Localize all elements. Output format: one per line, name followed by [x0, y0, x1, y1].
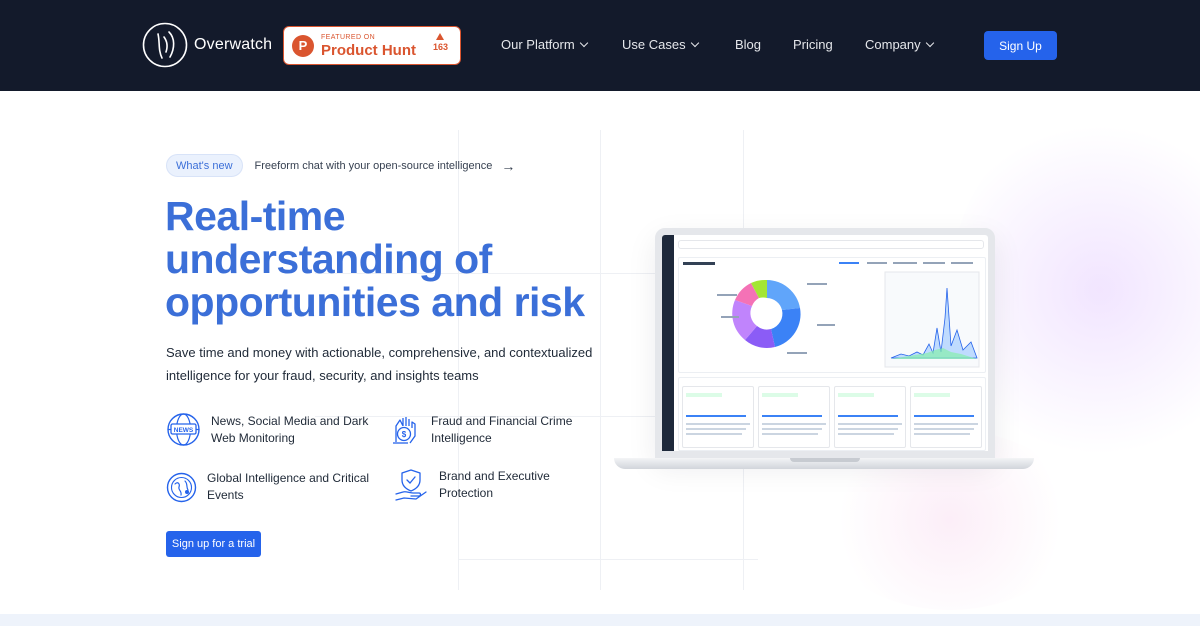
ph-name: Product Hunt [321, 41, 416, 59]
brand-name: Overwatch [194, 36, 273, 53]
shield-hand-icon [395, 469, 427, 501]
categories-chart [683, 262, 980, 368]
product-hunt-icon: P [292, 34, 314, 57]
chevron-down-icon [925, 38, 934, 48]
feature-label: News, Social Media and Dark Web Monitori… [211, 413, 369, 445]
announcement-text: Freeform chat with your open-source inte… [254, 159, 493, 172]
news-globe-icon: NEWS [167, 413, 200, 446]
feature-label: Fraud and Financial Crime Intelligence [431, 413, 573, 445]
hero-headline: Real-time understanding of opportunities… [165, 193, 585, 325]
nav-pricing-label: Pricing [793, 37, 833, 52]
app-sidebar [662, 235, 674, 451]
laptop-notch [790, 458, 860, 462]
nav-blog-label: Blog [735, 37, 762, 52]
nav-company[interactable]: Company [865, 37, 934, 52]
nav-blog[interactable]: Blog [735, 37, 761, 52]
feature-label: Brand and Executive Protection [439, 468, 550, 500]
chevron-down-icon [579, 38, 588, 48]
sign-up-trial-button[interactable]: Sign up for a trial [166, 531, 261, 557]
nav-our-platform-label: Our Platform [501, 37, 575, 52]
nav-use-cases-label: Use Cases [622, 37, 686, 52]
categories-overview-panel [678, 257, 986, 373]
recent-results-panel [678, 377, 986, 451]
dashboard-preview-screen [655, 228, 995, 458]
product-hunt-badge[interactable]: P FEATURED ON Product Hunt 163 [283, 26, 461, 65]
feature-fraud: $ Fraud and Financial Crime Intelligence [388, 412, 588, 447]
svg-text:$: $ [402, 430, 407, 439]
brand-logo[interactable]: Overwatch [142, 22, 272, 68]
svg-text:NEWS: NEWS [174, 427, 194, 434]
nav-company-label: Company [865, 37, 921, 52]
sign-up-button[interactable]: Sign Up [984, 31, 1057, 60]
app-search-bar [678, 240, 984, 249]
fraud-money-icon: $ [393, 417, 416, 444]
arrow-right-icon: → [501, 157, 516, 174]
ph-featured-label: FEATURED ON [321, 33, 376, 41]
result-card [910, 386, 982, 448]
whats-new-badge: What's new [166, 154, 243, 177]
feature-news-monitoring: NEWS News, Social Media and Dark Web Mon… [166, 412, 376, 447]
nav-use-cases[interactable]: Use Cases [622, 37, 699, 52]
top-navbar: Overwatch P FEATURED ON Product Hunt 163… [0, 0, 1200, 91]
chevron-down-icon [690, 38, 699, 48]
nav-our-platform[interactable]: Our Platform [501, 37, 588, 52]
result-card [834, 386, 906, 448]
announcement-bar[interactable]: What's new Freeform chat with your open-… [166, 154, 515, 177]
result-card [758, 386, 830, 448]
upvote-arrow-icon [436, 33, 445, 40]
result-card [682, 386, 754, 448]
grid-line [458, 559, 758, 560]
ph-vote-count: 163 [432, 42, 448, 52]
globe-critical-icon [166, 472, 197, 502]
feature-label: Global Intelligence and Critical Events [207, 471, 370, 502]
feature-brand-protection: Brand and Executive Protection [394, 467, 604, 502]
next-section-edge [0, 614, 1200, 626]
owl-logo-icon [142, 22, 188, 68]
feature-global-intelligence: Global Intelligence and Critical Events [166, 470, 376, 504]
hero-subtext: Save time and money with actionable, com… [166, 345, 593, 383]
nav-pricing[interactable]: Pricing [793, 37, 833, 52]
